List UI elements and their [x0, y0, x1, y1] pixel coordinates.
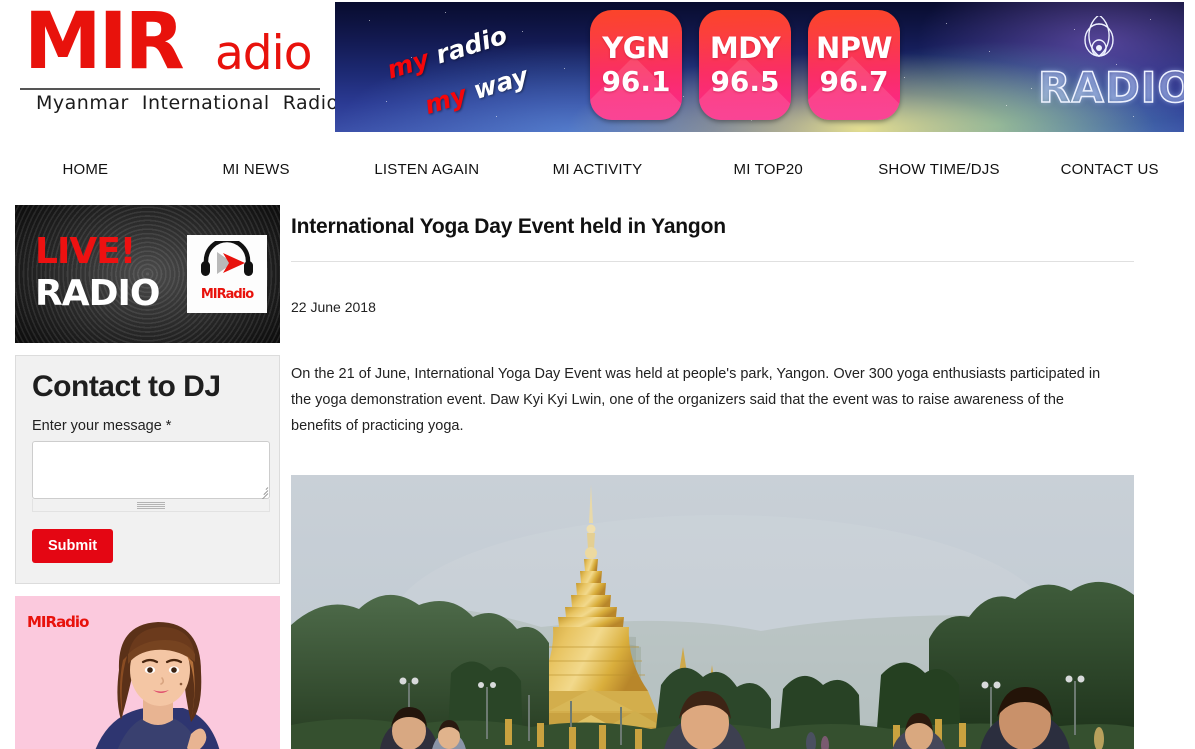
radio-waves-icon — [1084, 16, 1114, 57]
nav-item-mi-activity[interactable]: MI ACTIVITY — [512, 148, 683, 192]
logo-adio-text: adio — [215, 26, 312, 81]
station-frequency: 96.1 — [601, 65, 671, 98]
station-frequency: 96.5 — [710, 65, 780, 98]
nav-item-show-time-djs[interactable]: SHOW TIME/DJS — [854, 148, 1025, 192]
header-banner[interactable]: my radio my way YGN 96.1 MDY 96.5 NPW 96… — [335, 2, 1184, 132]
nav-item-mi-top20[interactable]: MI TOP20 — [683, 148, 854, 192]
shwedagon-pagoda-photo — [291, 475, 1134, 749]
article-content: International Yoga Day Event held in Yan… — [291, 205, 1134, 749]
logo-wordmark: MIR adio — [18, 0, 323, 87]
nav-item-contact-us[interactable]: CONTACT US — [1024, 148, 1195, 192]
live-radio-widget[interactable]: LIVE! RADIO MIRadio — [15, 205, 280, 343]
site-logo[interactable]: MIR adio Myanmar International Radio — [18, 0, 338, 122]
message-textarea-wrapper — [32, 441, 270, 501]
live-logo-text: MIRadio — [200, 279, 254, 307]
live-player-logo[interactable]: MIRadio — [187, 235, 267, 313]
page-root: MIR adio Myanmar International Radio my — [0, 0, 1195, 749]
sidebar: LIVE! RADIO MIRadio Contact to DJ Enter … — [15, 205, 280, 749]
message-textarea[interactable] — [32, 441, 270, 499]
station-city: MDY — [709, 31, 781, 65]
live-radio-text: LIVE! RADIO — [35, 231, 160, 315]
nav-item-mi-news[interactable]: MI NEWS — [171, 148, 342, 192]
main-navigation: HOME MI NEWS LISTEN AGAIN MI ACTIVITY MI… — [0, 148, 1195, 192]
radio-mark-text: RADIO — [1037, 62, 1184, 113]
article-title-divider — [291, 261, 1134, 262]
nav-item-home[interactable]: HOME — [0, 148, 171, 192]
textarea-drag-handle[interactable] — [32, 499, 270, 512]
headphone-play-icon — [201, 241, 253, 276]
live-label: LIVE! — [35, 231, 136, 272]
radio-label: RADIO — [35, 273, 160, 314]
submit-button[interactable]: Submit — [32, 529, 114, 563]
dj-promo-widget[interactable]: MIRadio — [15, 596, 280, 749]
logo-mir-text: MIR — [24, 0, 185, 87]
dj-logo-adio: adio — [56, 613, 89, 631]
radio-wave-logo: RADIO — [1037, 16, 1184, 116]
nav-item-listen-again[interactable]: LISTEN AGAIN — [341, 148, 512, 192]
dj-logo-mir: MIR — [27, 613, 57, 631]
article-body-text: On the 21 of June, International Yoga Da… — [291, 366, 1101, 434]
station-frequency: 96.7 — [819, 65, 889, 98]
station-badge-list: YGN 96.1 MDY 96.5 NPW 96.7 — [590, 10, 900, 120]
contact-dj-widget: Contact to DJ Enter your message * Submi… — [15, 355, 280, 584]
station-city: YGN — [602, 31, 670, 65]
contact-dj-title: Contact to DJ — [32, 370, 221, 403]
article-photo — [291, 475, 1134, 749]
live-logo-adio: adio — [225, 287, 254, 302]
station-city: NPW — [815, 31, 893, 65]
article-date: 22 June 2018 — [291, 299, 376, 315]
logo-tagline: Myanmar International Radio — [36, 92, 339, 114]
station-badge[interactable]: NPW 96.7 — [808, 10, 900, 120]
logo-bars-icon — [186, 8, 206, 42]
dj-widget-logo: MIRadio — [27, 604, 89, 634]
live-logo-mir: MIR — [200, 287, 227, 302]
message-field-label: Enter your message * — [32, 418, 172, 434]
logo-divider — [20, 88, 320, 90]
station-badge[interactable]: YGN 96.1 — [590, 10, 682, 120]
station-badge[interactable]: MDY 96.5 — [699, 10, 791, 120]
article-title: International Yoga Day Event held in Yan… — [291, 215, 726, 238]
site-header: MIR adio Myanmar International Radio my — [0, 0, 1195, 135]
